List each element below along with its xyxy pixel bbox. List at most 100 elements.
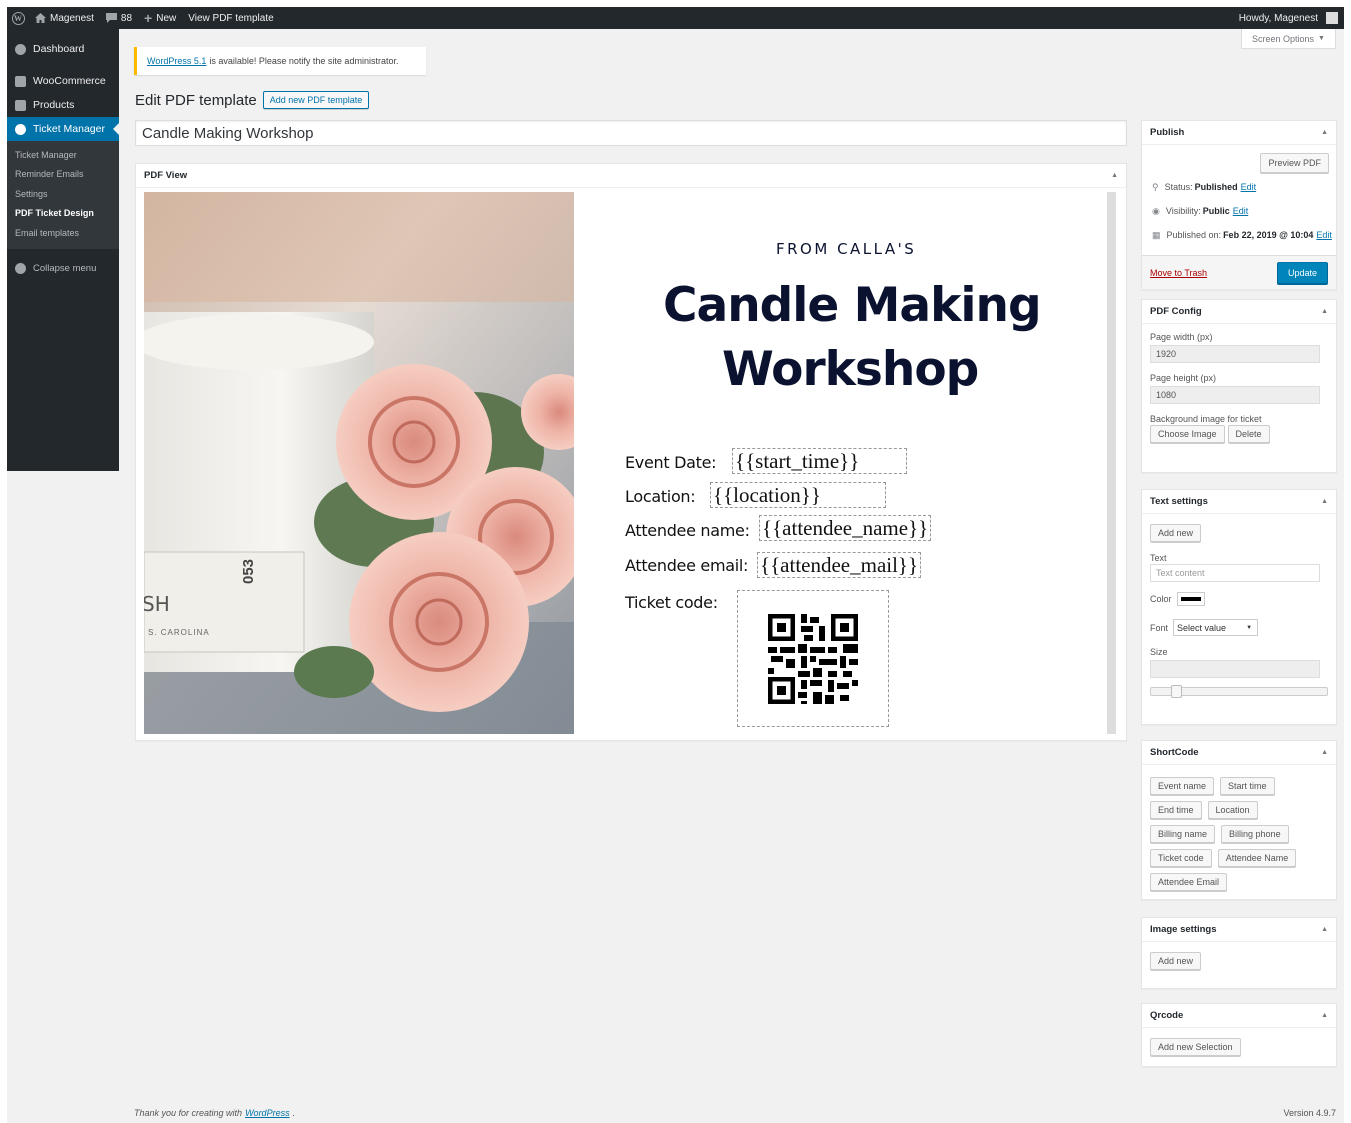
font-select[interactable]: Select value ▼ <box>1173 619 1259 636</box>
pdf-view-header[interactable]: PDF View ▲ <box>136 164 1126 188</box>
start-time-placeholder[interactable]: {{start_time}} <box>732 448 907 474</box>
sidebar-item-dashboard[interactable]: Dashboard <box>7 37 119 61</box>
slider-handle[interactable] <box>1171 685 1182 698</box>
shortcode-header[interactable]: ShortCode ▲ <box>1142 741 1336 765</box>
submenu-pdf-ticket-design[interactable]: PDF Ticket Design <box>7 204 119 224</box>
shortcode-billing-phone-button[interactable]: Billing phone <box>1221 825 1289 843</box>
image-settings-box: Image settings ▲ Add new <box>1141 917 1337 989</box>
text-settings-box: Text settings ▲ Add new Text Text content… <box>1141 489 1337 725</box>
sidebar-item-ticket-manager[interactable]: Ticket Manager <box>7 117 119 141</box>
edit-visibility-link[interactable]: Edit <box>1233 206 1249 216</box>
ticket-heading-line2: Workshop <box>722 342 979 397</box>
size-slider[interactable] <box>1150 685 1328 698</box>
box-title: PDF View <box>144 170 188 181</box>
shortcode-billing-name-button[interactable]: Billing name <box>1150 825 1216 843</box>
shortcode-event-name-button[interactable]: Event name <box>1150 777 1215 795</box>
post-title-input[interactable]: Candle Making Workshop <box>135 120 1127 146</box>
ticket-code-label: Ticket code: <box>625 593 718 612</box>
comments-link[interactable]: 88 <box>100 7 138 29</box>
collapse-toggle-icon[interactable]: ▲ <box>1321 749 1328 756</box>
my-account-link[interactable]: Howdy, Magenest <box>1233 7 1344 29</box>
qr-code-placeholder[interactable] <box>737 590 889 727</box>
add-new-pdf-template-button[interactable]: Add new PDF template <box>262 91 370 109</box>
size-input[interactable] <box>1150 660 1320 678</box>
footer-period: . <box>292 1108 296 1118</box>
add-new-selection-button[interactable]: Add new Selection <box>1150 1038 1241 1056</box>
wordpress-menu[interactable]: W <box>7 7 29 29</box>
shortcode-ticket-code-button[interactable]: Ticket code <box>1150 849 1212 867</box>
publish-actions: Move to Trash Update <box>1142 255 1336 289</box>
sidebar-item-woocommerce[interactable]: WooCommerce <box>7 69 119 93</box>
view-template-link[interactable]: View PDF template <box>182 7 279 29</box>
shortcode-box: ShortCode ▲ Event name Start time End tim… <box>1141 740 1337 900</box>
footer-text: Thank you for creating with <box>134 1108 243 1118</box>
wordpress-update-link[interactable]: WordPress 5.1 <box>147 56 206 66</box>
text-content-input[interactable]: Text content <box>1150 564 1320 582</box>
pdf-canvas: SH S. CAROLINA 053 FROM CALLA'S Candle M… <box>144 192 1119 734</box>
text-settings-header[interactable]: Text settings ▲ <box>1142 490 1336 514</box>
published-label: Published on: <box>1166 230 1222 240</box>
edit-date-link[interactable]: Edit <box>1316 230 1332 240</box>
collapse-toggle-icon[interactable]: ▲ <box>1321 498 1328 505</box>
pdf-config-header[interactable]: PDF Config ▲ <box>1142 300 1336 324</box>
choose-image-button[interactable]: Choose Image <box>1150 425 1225 443</box>
admin-footer: Thank you for creating with WordPress. <box>134 1108 295 1118</box>
pdf-view-box: PDF View ▲ SH S. CAROLINA 053 FROM CALLA… <box>135 163 1127 741</box>
add-new-text-button[interactable]: Add new <box>1150 524 1202 542</box>
page-height-input[interactable]: 1080 <box>1150 386 1320 404</box>
collapse-toggle-icon[interactable]: ▲ <box>1321 308 1328 315</box>
sidebar-item-label: Products <box>33 99 75 111</box>
text-content-placeholder: Text content <box>1156 568 1205 578</box>
dashboard-icon <box>15 43 26 55</box>
view-label: View PDF template <box>188 12 274 24</box>
attendee-name-placeholder[interactable]: {{attendee_name}} <box>759 515 932 541</box>
pdf-view-scrollbar[interactable] <box>1107 192 1116 734</box>
eye-icon: ◉ <box>1152 205 1160 216</box>
collapse-toggle-icon[interactable]: ▲ <box>1321 926 1328 933</box>
visibility-label: Visibility: <box>1165 206 1201 216</box>
collapse-menu-button[interactable]: Collapse menu <box>7 257 119 281</box>
comment-bubble-icon <box>105 13 117 23</box>
location-placeholder[interactable]: {{location}} <box>710 482 886 508</box>
sidebar-item-products[interactable]: Products <box>7 93 119 117</box>
shortcode-end-time-button[interactable]: End time <box>1150 801 1202 819</box>
collapse-toggle-icon[interactable]: ▲ <box>1321 129 1328 136</box>
image-settings-header[interactable]: Image settings ▲ <box>1142 918 1336 942</box>
page-width-label: Page width (px) <box>1150 332 1213 342</box>
site-name-link[interactable]: Magenest <box>29 7 100 29</box>
publish-header[interactable]: Publish ▲ <box>1142 121 1336 145</box>
screen-options-button[interactable]: Screen Options ▼ <box>1241 29 1336 49</box>
jar-label-location: S. CAROLINA <box>148 628 210 637</box>
edit-status-link[interactable]: Edit <box>1241 182 1257 192</box>
products-icon <box>15 99 26 111</box>
update-button[interactable]: Update <box>1276 261 1328 284</box>
wordpress-footer-link[interactable]: WordPress <box>245 1108 290 1118</box>
new-content-link[interactable]: + New <box>138 7 182 29</box>
notice-text: is available! Please notify the site adm… <box>209 56 399 66</box>
submenu-email-templates[interactable]: Email templates <box>7 223 119 243</box>
screen-options-label: Screen Options <box>1252 33 1315 44</box>
delete-image-button[interactable]: Delete <box>1227 425 1270 443</box>
move-to-trash-link[interactable]: Move to Trash <box>1150 268 1207 278</box>
attendee-email-placeholder[interactable]: {{attendee_mail}} <box>757 552 922 578</box>
shortcode-start-time-button[interactable]: Start time <box>1220 777 1275 795</box>
page-width-input[interactable]: 1920 <box>1150 345 1320 363</box>
preview-pdf-button[interactable]: Preview PDF <box>1260 153 1329 173</box>
comment-count: 88 <box>120 12 133 24</box>
submenu-ticket-manager[interactable]: Ticket Manager <box>7 145 119 165</box>
publish-box: Publish ▲ Preview PDF ⚲ Status: Published E… <box>1141 120 1337 290</box>
shortcode-attendee-email-button[interactable]: Attendee Email <box>1150 873 1228 891</box>
shortcode-location-button[interactable]: Location <box>1207 801 1258 819</box>
collapse-toggle-icon[interactable]: ▲ <box>1321 1012 1328 1019</box>
background-image-label: Background image for ticket <box>1150 414 1262 424</box>
qrcode-header[interactable]: Qrcode ▲ <box>1142 1004 1336 1028</box>
howdy-label: Howdy, Magenest <box>1238 12 1318 24</box>
color-picker[interactable] <box>1176 592 1205 606</box>
font-label: Font <box>1150 622 1169 633</box>
shortcode-attendee-name-button[interactable]: Attendee Name <box>1217 849 1297 867</box>
submenu-settings[interactable]: Settings <box>7 184 119 204</box>
collapse-toggle-icon[interactable]: ▲ <box>1111 172 1118 179</box>
add-new-image-button[interactable]: Add new <box>1150 952 1202 970</box>
pdf-config-box: PDF Config ▲ Page width (px) 1920 Page he… <box>1141 299 1337 473</box>
submenu-reminder-emails[interactable]: Reminder Emails <box>7 165 119 185</box>
